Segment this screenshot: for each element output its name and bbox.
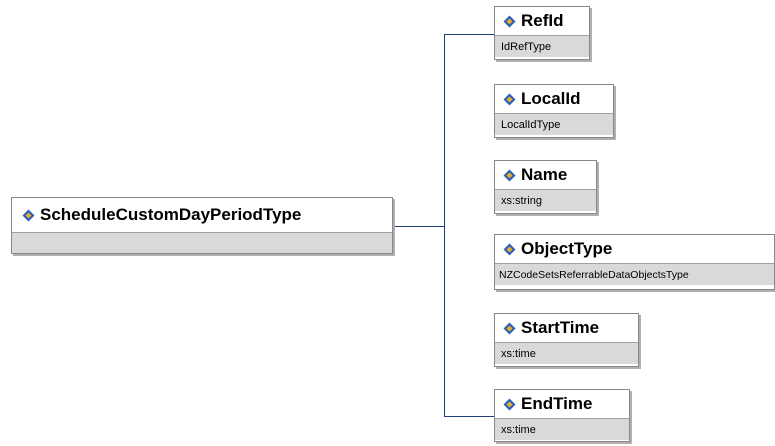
child-node-name: StartTime bbox=[521, 318, 600, 337]
vertical-bracket bbox=[444, 34, 445, 417]
root-node[interactable]: ScheduleCustomDayPeriodType bbox=[11, 197, 393, 254]
child-node-name: Name bbox=[521, 165, 568, 184]
child-node-type: xs:string bbox=[495, 189, 596, 211]
element-diamond-icon bbox=[503, 15, 516, 28]
child-node-type: xs:time bbox=[495, 342, 638, 364]
branch-refid bbox=[444, 34, 494, 35]
child-node-name: ObjectType bbox=[521, 239, 613, 258]
element-diamond-icon bbox=[22, 209, 35, 222]
element-diamond-icon bbox=[503, 169, 516, 182]
child-node-starttime[interactable]: StartTime xs:time bbox=[494, 313, 639, 367]
child-node-refid[interactable]: RefId IdRefType bbox=[494, 6, 590, 60]
child-node-type: LocalIdType bbox=[495, 113, 613, 135]
child-node-name: RefId bbox=[521, 11, 564, 30]
element-diamond-icon bbox=[503, 93, 516, 106]
root-node-name: ScheduleCustomDayPeriodType bbox=[40, 205, 302, 224]
child-node-name: EndTime bbox=[521, 394, 593, 413]
element-diamond-icon bbox=[503, 398, 516, 411]
child-node-type: NZCodeSetsReferrableDataObjectsType bbox=[495, 263, 774, 285]
child-node-endtime[interactable]: EndTime xs:time bbox=[494, 389, 630, 442]
child-node-type: IdRefType bbox=[495, 35, 589, 57]
root-node-footer bbox=[12, 232, 392, 253]
branch-endtime bbox=[444, 416, 494, 417]
child-node-type: xs:time bbox=[495, 418, 629, 440]
element-diamond-icon bbox=[503, 243, 516, 256]
child-node-localid[interactable]: LocalId LocalIdType bbox=[494, 84, 614, 138]
element-diamond-icon bbox=[503, 322, 516, 335]
child-node-name: LocalId bbox=[521, 89, 581, 108]
child-node-name[interactable]: Name xs:string bbox=[494, 160, 597, 214]
root-connector bbox=[392, 226, 445, 227]
child-node-objecttype[interactable]: ObjectType NZCodeSetsReferrableDataObjec… bbox=[494, 234, 775, 290]
